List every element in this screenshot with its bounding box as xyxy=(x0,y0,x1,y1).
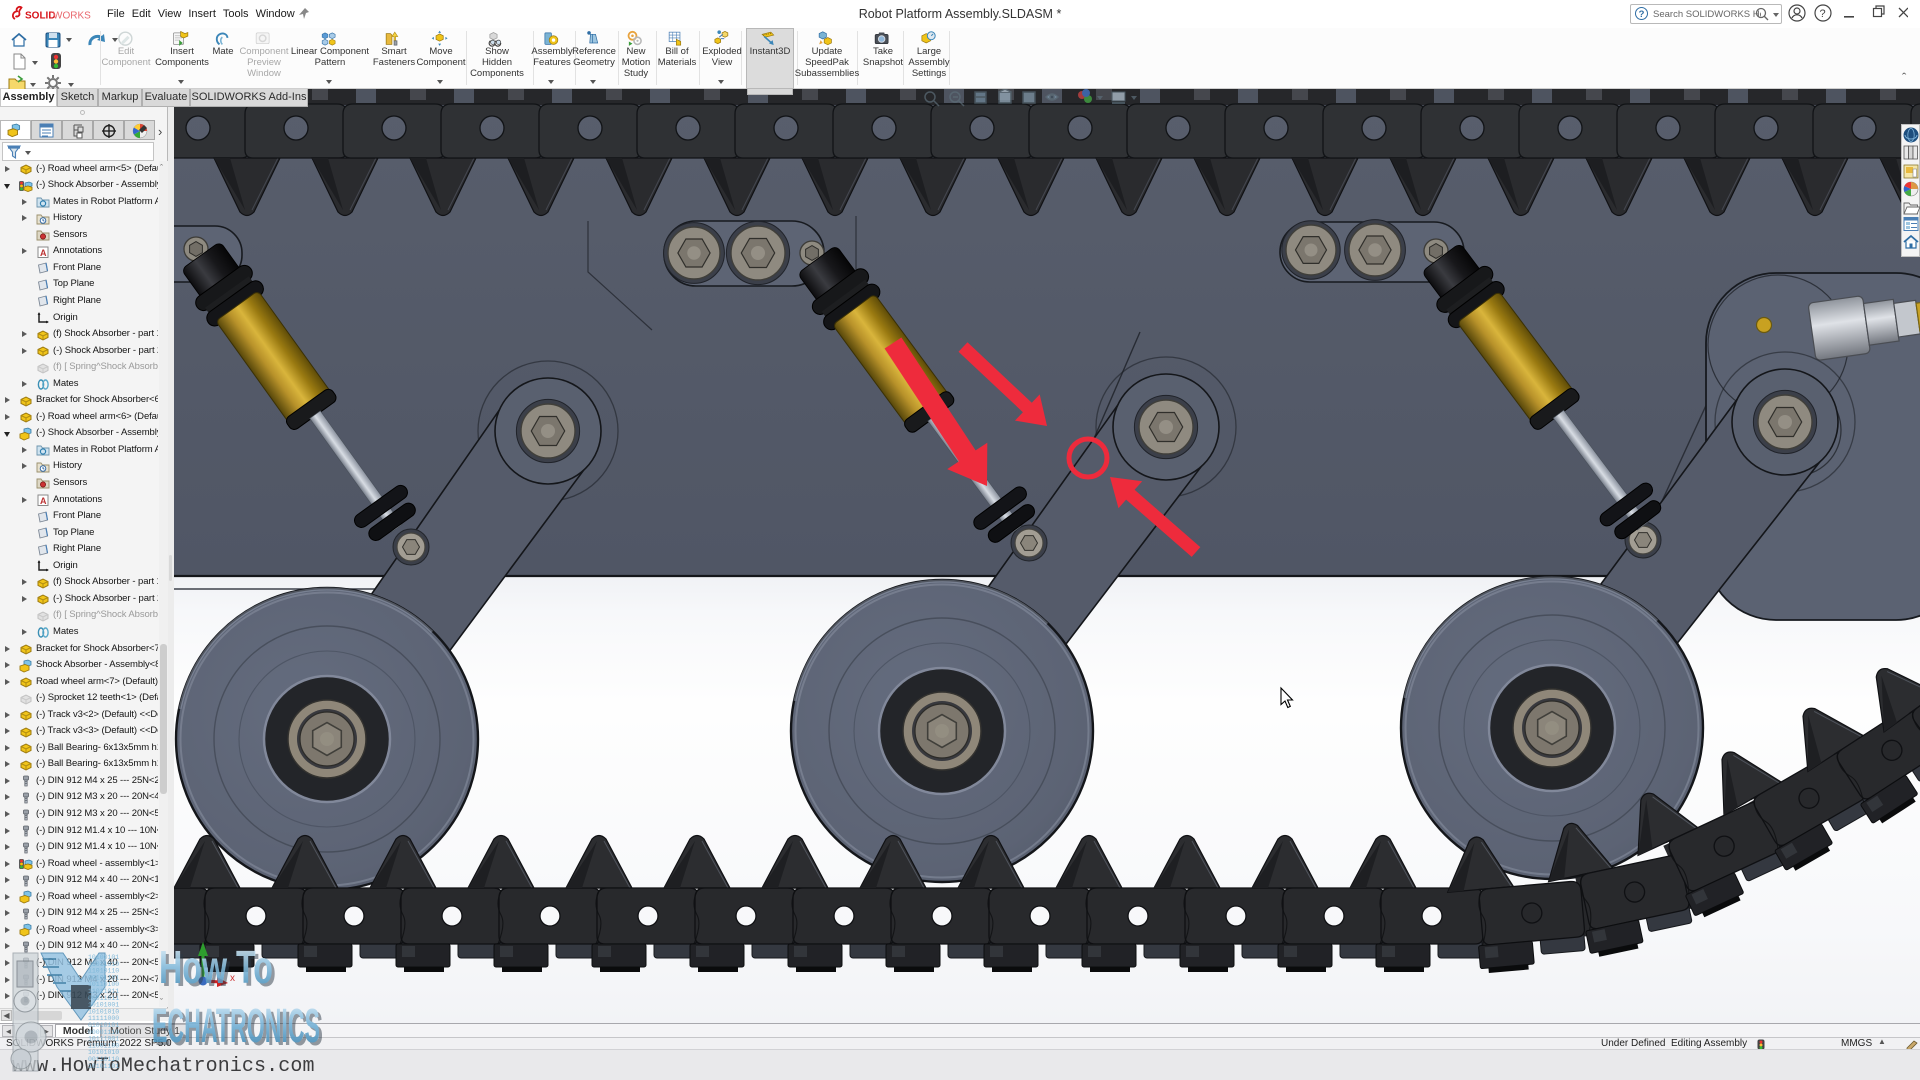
svg-text:?: ? xyxy=(1820,8,1826,20)
svg-text:x: x xyxy=(230,973,235,984)
